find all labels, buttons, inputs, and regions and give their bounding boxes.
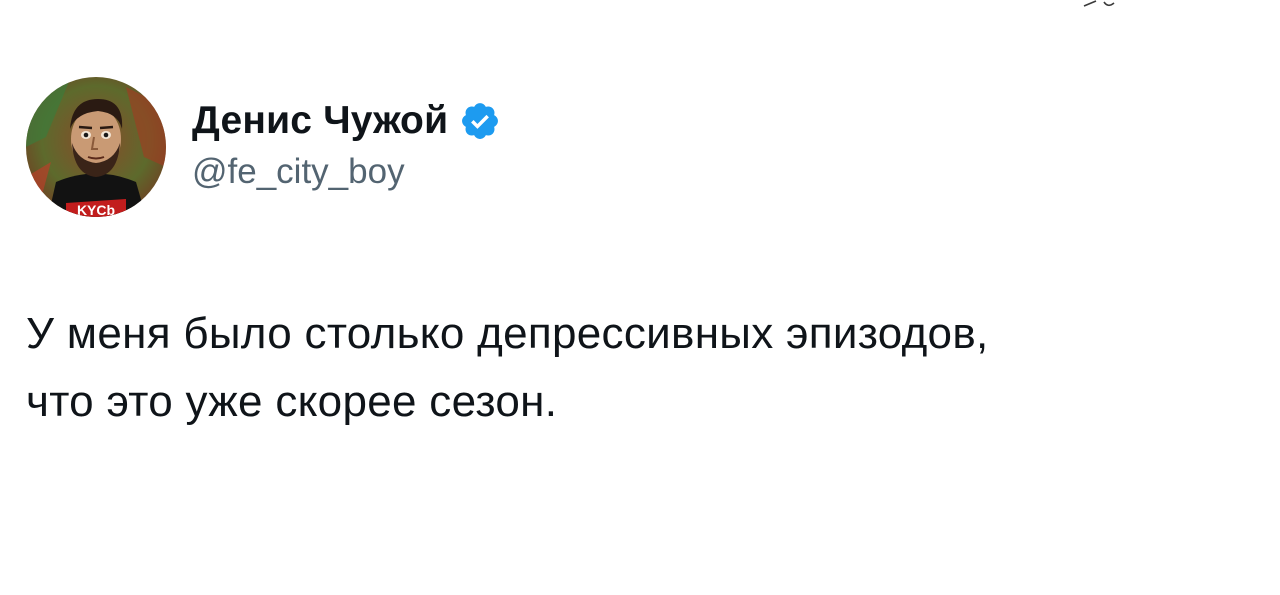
- user-avatar-icon: KYCb: [26, 77, 166, 217]
- tweet-card: KYCb Денис Чужой @fe_city_boy У меня был…: [0, 0, 1280, 595]
- author-info: Денис Чужой @fe_city_boy: [192, 96, 501, 192]
- tweet-text: У меня было столько депрессивных эпизодо…: [26, 300, 1246, 436]
- verified-badge-icon: [462, 103, 499, 139]
- corner-fragment-icon: [1083, 0, 1115, 7]
- tweet-text-line: У меня было столько депрессивных эпизодо…: [26, 309, 989, 358]
- author-name-row: Денис Чужой: [192, 96, 501, 146]
- avatar-shirt-text: KYCb: [77, 202, 115, 217]
- author-handle[interactable]: @fe_city_boy: [192, 152, 501, 192]
- author-avatar[interactable]: KYCb: [26, 77, 166, 217]
- tweet-text-line: что это уже скорее сезон.: [26, 377, 558, 426]
- author-display-name[interactable]: Денис Чужой: [192, 99, 448, 143]
